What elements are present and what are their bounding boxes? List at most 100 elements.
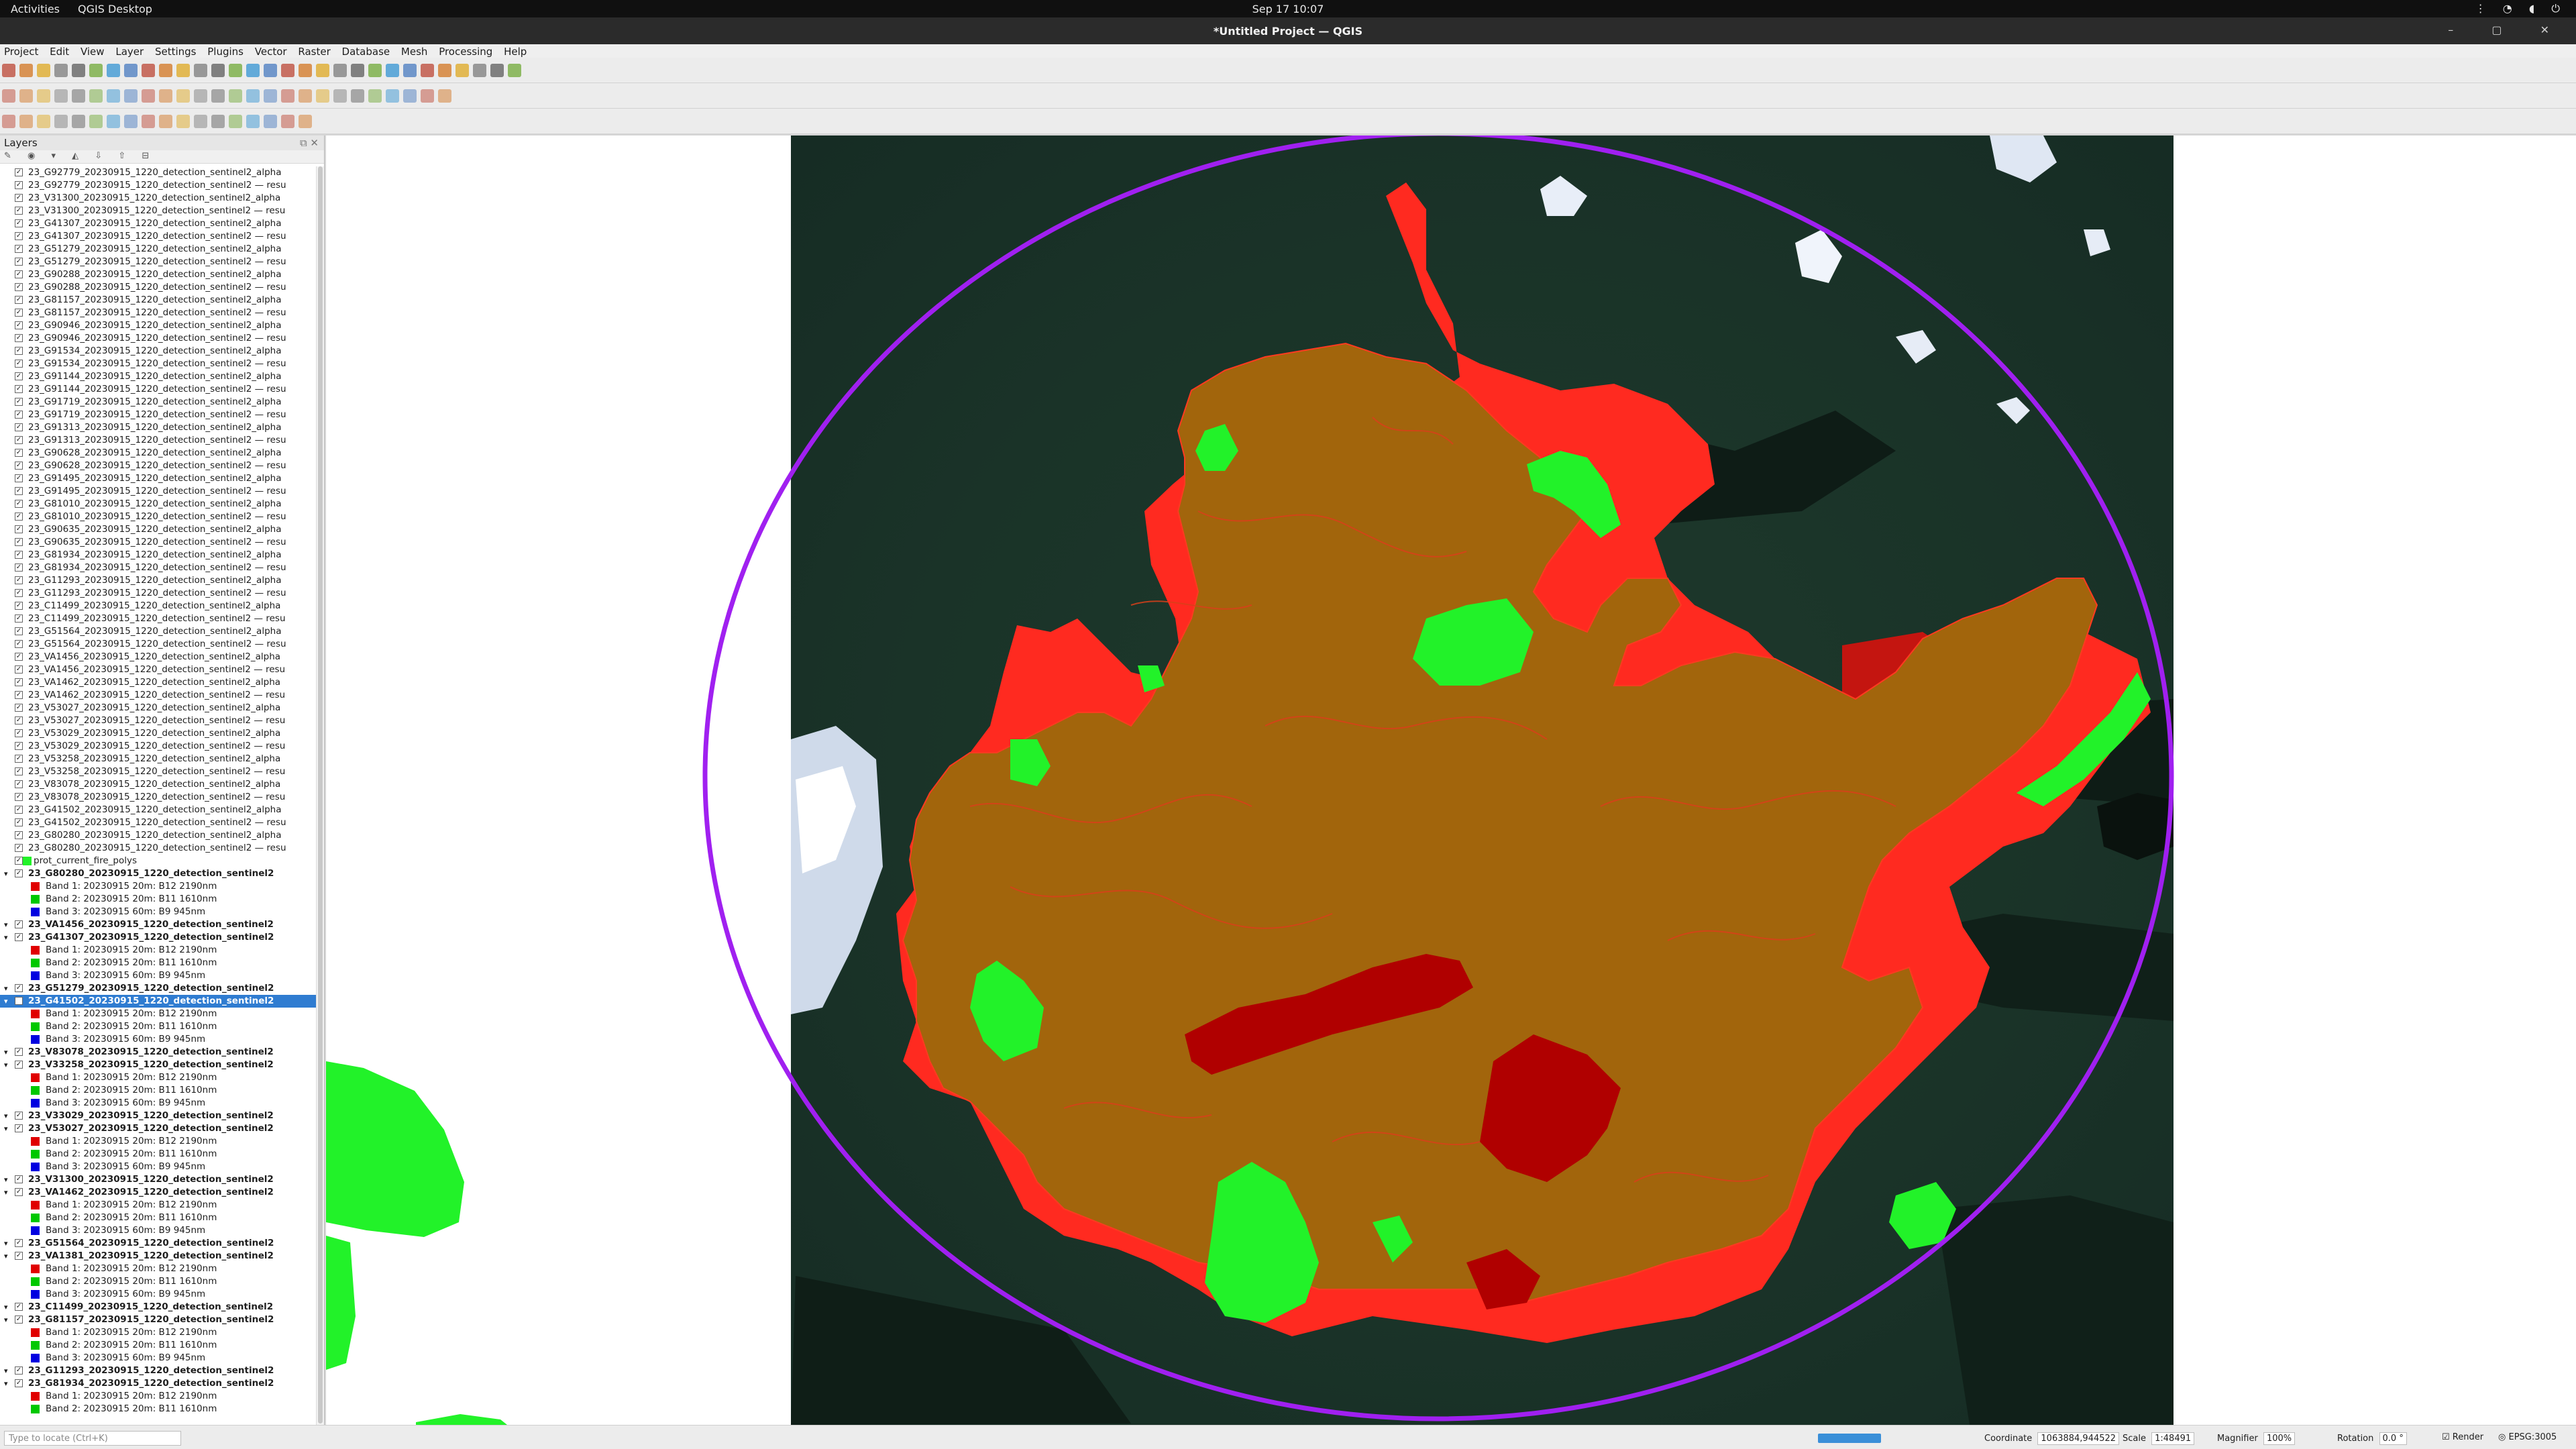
vector-layer-item[interactable]: ✓ 23_VA1456_20230915_1220_detection_senti… xyxy=(0,651,316,663)
layer-visibility-checkbox[interactable]: ✓ xyxy=(15,436,23,444)
toolbar-tool-icon[interactable] xyxy=(246,89,260,103)
toolbar-tool-icon[interactable] xyxy=(54,89,68,103)
band-legend-item[interactable]: Band 2: 20230915 20m: B11 1610nm xyxy=(0,893,316,906)
toolbar-tool-icon[interactable] xyxy=(299,115,312,128)
layer-visibility-checkbox[interactable]: ✓ xyxy=(15,1303,23,1311)
raster-layer-item[interactable]: ▾ ✓ 23_V31300_20230915_1220_detection_sent… xyxy=(0,1173,316,1186)
band-legend-item[interactable]: Band 3: 20230915 60m: B9 945nm xyxy=(0,1097,316,1110)
vector-layer-item[interactable]: ✓ 23_G91144_20230915_1220_detection_senti… xyxy=(0,383,316,396)
toolbar-tool-icon[interactable] xyxy=(176,115,190,128)
band-legend-item[interactable]: Band 3: 20230915 60m: B9 945nm xyxy=(0,969,316,982)
raster-layer-item[interactable]: ▾ ✓ 23_G11293_20230915_1220_detection_sent… xyxy=(0,1364,316,1377)
raster-layer-item[interactable]: ▾ ✓ 23_VA1381_20230915_1220_detection_sent… xyxy=(0,1250,316,1263)
expand-arrow-icon[interactable]: ▾ xyxy=(4,1110,8,1122)
scrollbar-thumb[interactable] xyxy=(318,166,323,1424)
layers-scrollbar[interactable] xyxy=(316,166,324,1425)
layer-visibility-checkbox[interactable]: ✓ xyxy=(15,296,23,304)
vector-layer-item[interactable]: ✓ 23_G92779_20230915_1220_detection_senti… xyxy=(0,179,316,192)
layer-visibility-checkbox[interactable]: ✓ xyxy=(15,1316,23,1324)
toolbar-tool-icon[interactable] xyxy=(19,64,33,77)
vector-layer-item[interactable]: ✓ 23_G91719_20230915_1220_detection_senti… xyxy=(0,396,316,409)
layer-visibility-checkbox[interactable]: ✓ xyxy=(15,258,23,266)
layer-visibility-checkbox[interactable]: ✓ xyxy=(15,168,23,176)
expand-arrow-icon[interactable]: ▾ xyxy=(4,1059,8,1071)
toolbar-tool-icon[interactable] xyxy=(142,64,155,77)
magnifier-field[interactable]: 100% xyxy=(2263,1432,2296,1445)
toolbar-tool-icon[interactable] xyxy=(107,64,120,77)
toolbar-tool-icon[interactable] xyxy=(316,89,329,103)
layer-visibility-checkbox[interactable]: ✓ xyxy=(15,474,23,482)
vector-layer-item[interactable]: ✓ 23_G90628_20230915_1220_detection_senti… xyxy=(0,447,316,460)
vector-layer-item[interactable]: ✓ 23_G11293_20230915_1220_detection_senti… xyxy=(0,587,316,600)
layer-visibility-checkbox[interactable]: ✓ xyxy=(15,232,23,240)
band-legend-item[interactable]: Band 3: 20230915 60m: B9 945nm xyxy=(0,1352,316,1364)
layer-visibility-checkbox[interactable]: ✓ xyxy=(15,283,23,291)
layer-visibility-checkbox[interactable]: ✓ xyxy=(15,729,23,737)
layer-visibility-checkbox[interactable]: ✓ xyxy=(15,1366,23,1375)
vector-layer-item[interactable]: ✓ 23_G81157_20230915_1220_detection_senti… xyxy=(0,294,316,307)
vector-layer-item[interactable]: ✓ 23_G90946_20230915_1220_detection_senti… xyxy=(0,319,316,332)
band-legend-item[interactable]: Band 3: 20230915 60m: B9 945nm xyxy=(0,1161,316,1173)
raster-layer-item[interactable]: ▾ ✓ 23_V33029_20230915_1220_detection_sent… xyxy=(0,1110,316,1122)
toolbar-tool-icon[interactable] xyxy=(194,89,207,103)
layer-visibility-checkbox[interactable]: ✓ xyxy=(15,984,23,992)
toolbar-tool-icon[interactable] xyxy=(37,115,50,128)
toolbar-tool-icon[interactable] xyxy=(368,64,382,77)
toolbar-tool-icon[interactable] xyxy=(142,115,155,128)
band-legend-item[interactable]: Band 2: 20230915 20m: B11 1610nm xyxy=(0,1275,316,1288)
toolbar-tool-icon[interactable] xyxy=(229,89,242,103)
toolbar-tool-icon[interactable] xyxy=(368,89,382,103)
band-legend-item[interactable]: Band 2: 20230915 20m: B11 1610nm xyxy=(0,1148,316,1161)
menu-raster[interactable]: Raster xyxy=(294,44,334,59)
raster-layer-item[interactable]: ▾ ✓ 23_VA1462_20230915_1220_detection_sent… xyxy=(0,1186,316,1199)
vector-layer-item[interactable]: ✓ 23_V53258_20230915_1220_detection_senti… xyxy=(0,753,316,765)
toolbar-tool-icon[interactable] xyxy=(89,115,103,128)
toolbar-tool-icon[interactable] xyxy=(386,89,399,103)
toolbar-tool-icon[interactable] xyxy=(159,64,172,77)
toolbar-tool-icon[interactable] xyxy=(176,89,190,103)
toolbar-tool-icon[interactable] xyxy=(281,115,294,128)
toolbar-tool-icon[interactable] xyxy=(333,64,347,77)
vector-layer-item[interactable]: ✓ 23_G90288_20230915_1220_detection_senti… xyxy=(0,281,316,294)
panel-float-close-icon[interactable]: ⧉ ✕ xyxy=(300,137,319,149)
toolbar-tool-icon[interactable] xyxy=(72,115,85,128)
vector-layer-item[interactable]: ✓ 23_VA1456_20230915_1220_detection_senti… xyxy=(0,663,316,676)
layer-visibility-checkbox[interactable]: ✓ xyxy=(15,462,23,470)
raster-layer-item[interactable]: ▾ ✓ 23_V83078_20230915_1220_detection_sent… xyxy=(0,1046,316,1059)
vector-layer-item[interactable]: ✓ 23_G41502_20230915_1220_detection_senti… xyxy=(0,816,316,829)
layer-visibility-checkbox[interactable]: ✓ xyxy=(15,1048,23,1056)
toolbar-tool-icon[interactable] xyxy=(2,64,15,77)
raster-layer-item[interactable]: ▾ ✓ 23_G41307_20230915_1220_detection_sent… xyxy=(0,931,316,944)
toolbar-tool-icon[interactable] xyxy=(281,89,294,103)
band-legend-item[interactable]: Band 1: 20230915 20m: B12 2190nm xyxy=(0,880,316,893)
toolbar-tool-icon[interactable] xyxy=(124,64,138,77)
vector-layer-item[interactable]: ✓ 23_V53027_20230915_1220_detection_senti… xyxy=(0,714,316,727)
layer-visibility-checkbox[interactable]: ✓ xyxy=(15,181,23,189)
menu-plugins[interactable]: Plugins xyxy=(203,44,248,59)
toolbar-tool-icon[interactable] xyxy=(37,89,50,103)
layer-visibility-checkbox[interactable]: ✓ xyxy=(15,831,23,839)
layer-visibility-checkbox[interactable]: ✓ xyxy=(15,1061,23,1069)
vector-layer-item[interactable]: ✓ 23_VA1462_20230915_1220_detection_senti… xyxy=(0,676,316,689)
layer-visibility-checkbox[interactable]: ✓ xyxy=(15,602,23,610)
menu-layer[interactable]: Layer xyxy=(111,44,148,59)
vector-layer-item[interactable]: ✓ 23_G51279_20230915_1220_detection_senti… xyxy=(0,256,316,268)
toolbar-tool-icon[interactable] xyxy=(194,115,207,128)
map-canvas[interactable] xyxy=(326,136,2576,1425)
band-legend-item[interactable]: Band 1: 20230915 20m: B12 2190nm xyxy=(0,1135,316,1148)
vector-layer-item[interactable]: ✓ 23_G81934_20230915_1220_detection_senti… xyxy=(0,561,316,574)
layer-visibility-checkbox[interactable]: ✓ xyxy=(15,1188,23,1196)
coordinate-field[interactable]: 1063884,944522 xyxy=(2037,1432,2120,1445)
scale-field[interactable]: 1:48491 xyxy=(2151,1432,2195,1445)
layer-visibility-checkbox[interactable]: ✓ xyxy=(15,716,23,724)
layer-visibility-checkbox[interactable]: ✓ xyxy=(15,742,23,750)
toolbar-tool-icon[interactable] xyxy=(211,115,225,128)
toolbar-tool-icon[interactable] xyxy=(72,89,85,103)
layer-visibility-checkbox[interactable]: ✓ xyxy=(15,844,23,852)
layer-visibility-checkbox[interactable]: ✓ xyxy=(15,627,23,635)
layer-visibility-checkbox[interactable]: ✓ xyxy=(15,487,23,495)
toolbar-tool-icon[interactable] xyxy=(508,64,521,77)
layer-visibility-checkbox[interactable]: ✓ xyxy=(15,219,23,227)
layer-visibility-checkbox[interactable]: ✓ xyxy=(15,755,23,763)
render-toggle[interactable]: ☑ Render xyxy=(2442,1432,2483,1442)
